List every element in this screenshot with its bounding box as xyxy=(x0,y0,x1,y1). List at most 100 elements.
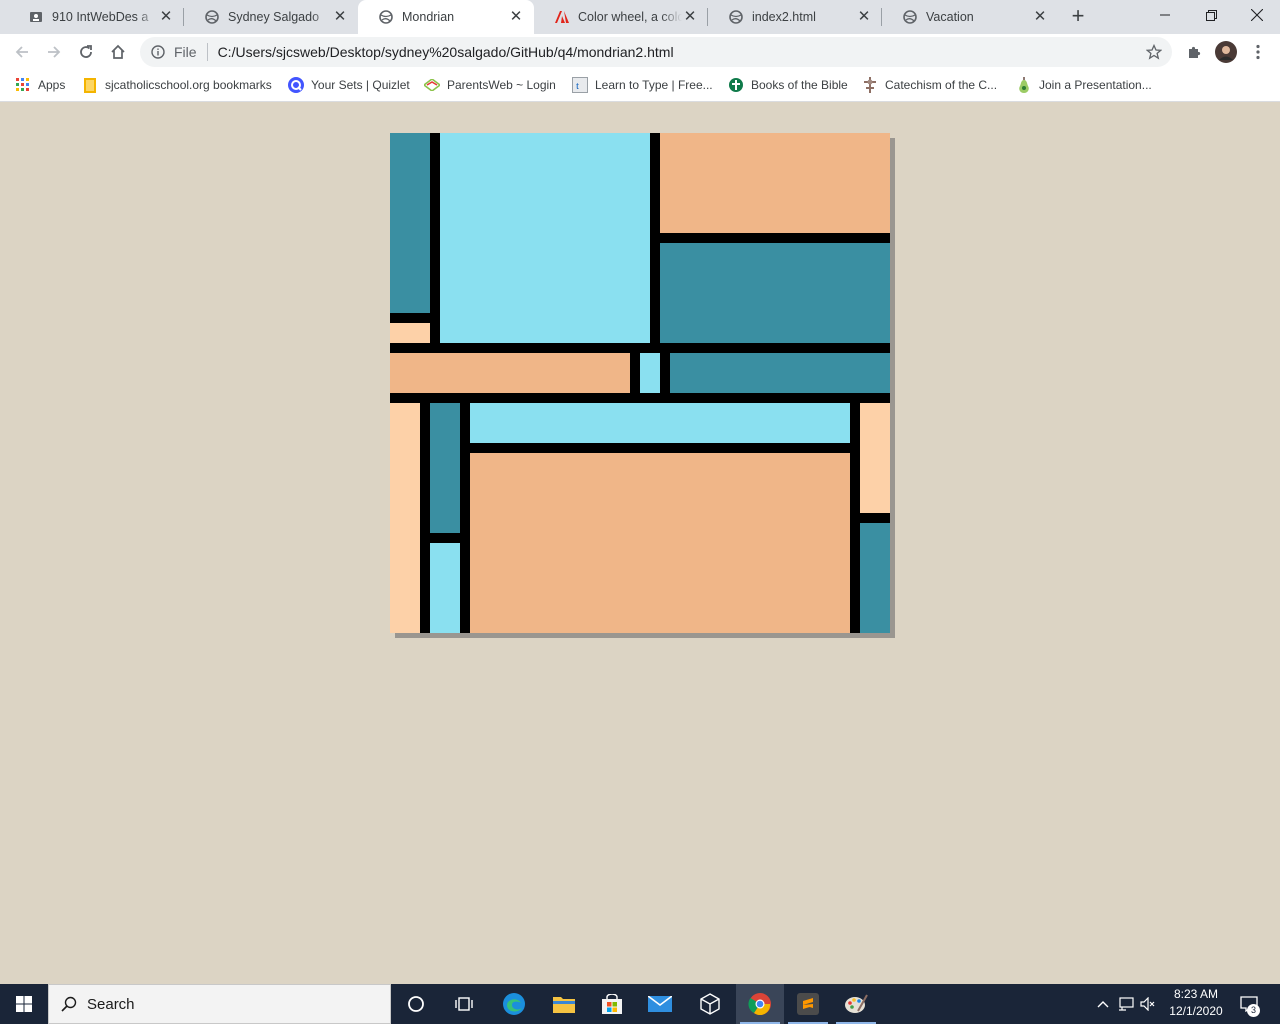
globe-icon xyxy=(204,9,220,25)
bookmark-learn-to-type[interactable]: t Learn to Type | Free... xyxy=(572,70,713,100)
mondrian-artwork xyxy=(390,133,890,633)
forward-button[interactable] xyxy=(40,38,68,66)
show-hidden-icons-button[interactable] xyxy=(1094,984,1112,1024)
bookmark-label: Apps xyxy=(38,78,66,92)
clock-date: 12/1/2020 xyxy=(1169,1004,1223,1018)
folder-icon xyxy=(82,77,98,93)
puzzle-icon xyxy=(1189,46,1201,58)
adobe-icon xyxy=(554,9,570,25)
close-window-button[interactable] xyxy=(1234,0,1280,30)
typing-icon: t xyxy=(572,77,588,93)
clock-time: 8:23 AM xyxy=(1173,987,1219,1001)
globe-icon xyxy=(902,9,918,25)
tab-title: index2.html xyxy=(752,10,816,24)
parentsweb-icon xyxy=(424,77,440,93)
address-bar[interactable]: File C:/Users/sjcsweb/Desktop/sydney%20s… xyxy=(140,37,1172,67)
restore-button[interactable] xyxy=(1188,0,1234,30)
network-icon[interactable] xyxy=(1116,984,1136,1024)
avatar-icon xyxy=(1215,41,1237,63)
block-salmon-strip xyxy=(390,353,630,393)
tab-color-wheel[interactable]: Color wheel, a color g ✕ xyxy=(534,0,708,34)
sublime-icon[interactable] xyxy=(784,984,832,1024)
paint-icon[interactable] xyxy=(832,984,880,1024)
block-teal-narrow xyxy=(430,403,460,533)
close-icon[interactable]: ✕ xyxy=(1032,9,1048,25)
task-view-icon[interactable] xyxy=(440,984,488,1024)
notification-center-button[interactable]: 3 xyxy=(1236,984,1262,1024)
bookmark-star-icon[interactable] xyxy=(1140,38,1168,66)
block-lightblue-wide xyxy=(470,403,850,443)
volume-muted-icon[interactable] xyxy=(1138,984,1158,1024)
bookmark-quizlet[interactable]: Your Sets | Quizlet xyxy=(288,70,410,100)
store-icon[interactable] xyxy=(588,984,636,1024)
bookmark-label: Books of the Bible xyxy=(751,78,848,92)
tab-index2[interactable]: index2.html ✕ xyxy=(708,0,882,34)
3d-viewer-icon[interactable] xyxy=(686,984,734,1024)
menu-button[interactable] xyxy=(1244,38,1272,66)
taskbar-search-box[interactable]: Search xyxy=(48,984,391,1024)
reload-icon xyxy=(80,45,92,58)
block-peach-left-column xyxy=(390,403,420,633)
bookmark-label: Join a Presentation... xyxy=(1039,78,1152,92)
url-text[interactable]: C:/Users/sjcsweb/Desktop/sydney%20salgad… xyxy=(218,44,1140,60)
browser-toolbar: File C:/Users/sjcsweb/Desktop/sydney%20s… xyxy=(0,34,1280,70)
tab-mondrian[interactable]: Mondrian ✕ xyxy=(358,0,534,34)
block-salmon-top-right xyxy=(660,133,890,233)
bookmarks-bar: Apps sjcatholicschool.org bookmarks Your… xyxy=(0,70,1280,102)
tab-strip: 910 IntWebDes a ✕ Sydney Salgado ✕ Mondr… xyxy=(0,0,1280,34)
reload-button[interactable] xyxy=(72,38,100,66)
kebab-menu-icon xyxy=(1256,44,1260,60)
bookmark-sjcatholicschool[interactable]: sjcatholicschool.org bookmarks xyxy=(82,70,272,100)
minimize-button[interactable] xyxy=(1142,0,1188,30)
system-clock[interactable]: 8:23 AM 12/1/2020 xyxy=(1160,986,1232,1022)
pear-icon xyxy=(1016,77,1032,93)
info-icon[interactable] xyxy=(150,44,166,60)
close-icon[interactable]: ✕ xyxy=(332,9,348,25)
block-teal-top-left xyxy=(390,133,430,313)
tab-title: Color wheel, a color g xyxy=(578,10,682,24)
new-tab-button[interactable]: + xyxy=(1066,5,1090,29)
file-explorer-icon[interactable] xyxy=(540,984,588,1024)
bookmark-label: Learn to Type | Free... xyxy=(595,78,713,92)
bookmark-label: ParentsWeb ~ Login xyxy=(447,78,556,92)
globe-icon xyxy=(728,9,744,25)
bookmark-join-presentation[interactable]: Join a Presentation... xyxy=(1016,70,1152,100)
back-button[interactable] xyxy=(8,38,36,66)
bookmark-parentsweb[interactable]: ParentsWeb ~ Login xyxy=(424,70,556,100)
close-icon[interactable]: ✕ xyxy=(158,9,174,25)
close-icon[interactable]: ✕ xyxy=(856,9,872,25)
bookmark-books-of-bible[interactable]: Books of the Bible xyxy=(728,70,848,100)
bookmark-label: sjcatholicschool.org bookmarks xyxy=(105,78,272,92)
apps-grid-icon xyxy=(15,77,31,93)
home-button[interactable] xyxy=(104,38,132,66)
tab-title: 910 IntWebDes a xyxy=(52,10,149,24)
start-button[interactable] xyxy=(0,984,48,1024)
tab-title: Sydney Salgado xyxy=(228,10,320,24)
edge-icon[interactable] xyxy=(490,984,538,1024)
forward-arrow-icon xyxy=(48,46,61,58)
catechism-icon xyxy=(862,77,878,93)
tab-classroom[interactable]: 910 IntWebDes a ✕ xyxy=(8,0,184,34)
home-icon xyxy=(111,44,125,59)
tab-vacation[interactable]: Vacation ✕ xyxy=(882,0,1058,34)
block-teal-right xyxy=(660,243,890,343)
chrome-icon[interactable] xyxy=(736,984,784,1024)
close-icon[interactable]: ✕ xyxy=(682,9,698,25)
globe-icon xyxy=(378,9,394,25)
bookmark-apps[interactable]: Apps xyxy=(15,70,65,100)
cortana-icon[interactable] xyxy=(392,984,440,1024)
bookmark-label: Catechism of the C... xyxy=(885,78,998,92)
block-peach-small-left xyxy=(390,323,430,343)
cross-globe-icon xyxy=(728,77,744,93)
block-peach-right xyxy=(860,403,890,513)
quizlet-icon xyxy=(288,77,304,93)
profile-avatar[interactable] xyxy=(1212,38,1240,66)
file-label: File xyxy=(174,44,197,60)
block-lightblue-narrow xyxy=(430,543,460,633)
tab-sydney-salgado[interactable]: Sydney Salgado ✕ xyxy=(184,0,358,34)
bookmark-catechism[interactable]: Catechism of the C... xyxy=(862,70,997,100)
close-icon[interactable]: ✕ xyxy=(508,9,524,25)
mail-icon[interactable] xyxy=(636,984,684,1024)
extensions-button[interactable] xyxy=(1180,38,1208,66)
block-lightblue-small xyxy=(640,353,660,393)
